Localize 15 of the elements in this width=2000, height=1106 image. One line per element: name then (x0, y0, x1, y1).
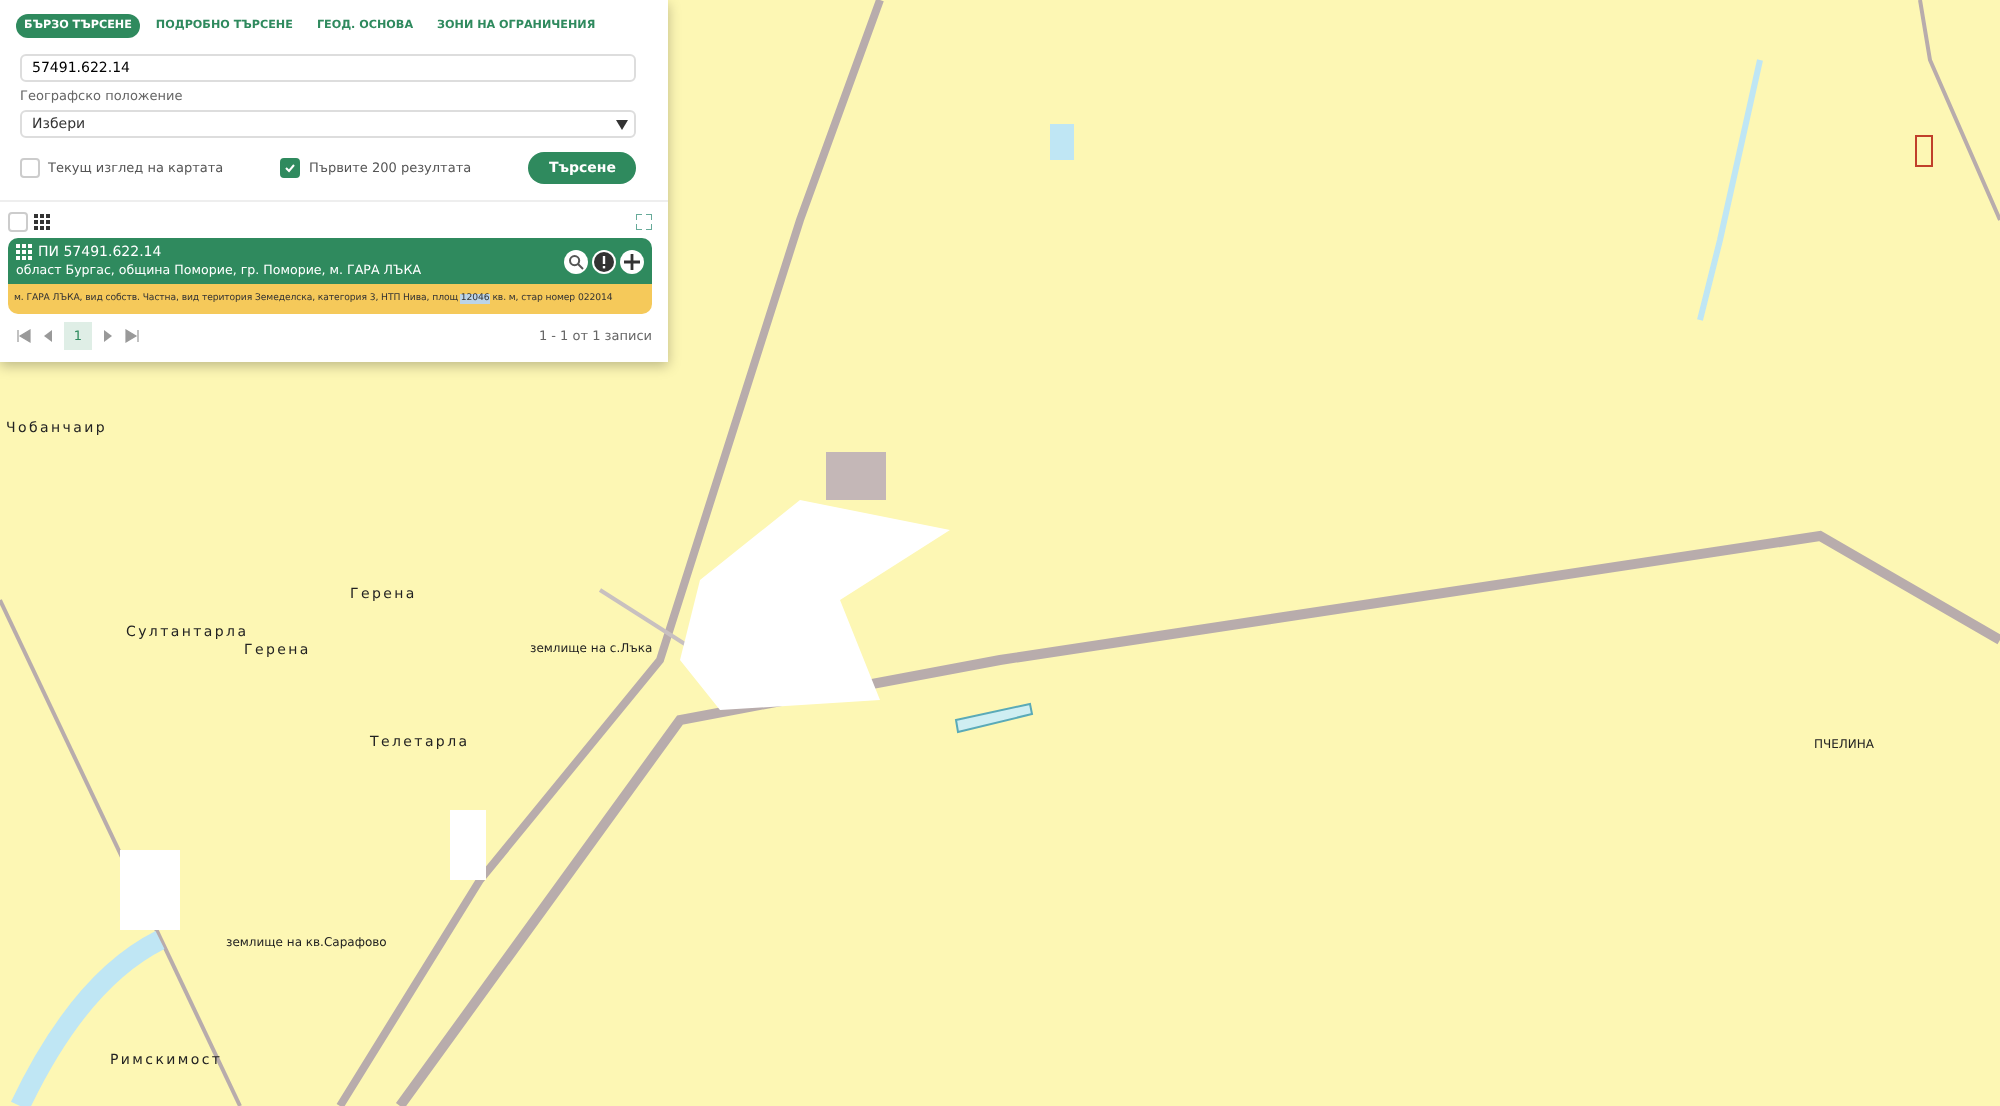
next-page-icon[interactable] (100, 328, 116, 344)
grid-icon (16, 244, 32, 260)
last-page-icon[interactable] (124, 328, 140, 344)
plus-icon[interactable] (620, 249, 644, 273)
first-page-icon[interactable] (16, 328, 32, 344)
expand-icon[interactable] (636, 214, 652, 230)
check-icon (284, 162, 297, 174)
previous-page-icon[interactable] (40, 328, 56, 344)
search-icon[interactable] (564, 249, 588, 273)
grid-icon (34, 214, 50, 230)
info-icon[interactable] (592, 249, 616, 273)
checkbox[interactable] (20, 158, 40, 178)
caret-icon (616, 119, 628, 129)
select-all-checkbox[interactable] (8, 212, 28, 232)
checkbox[interactable] (280, 158, 301, 178)
